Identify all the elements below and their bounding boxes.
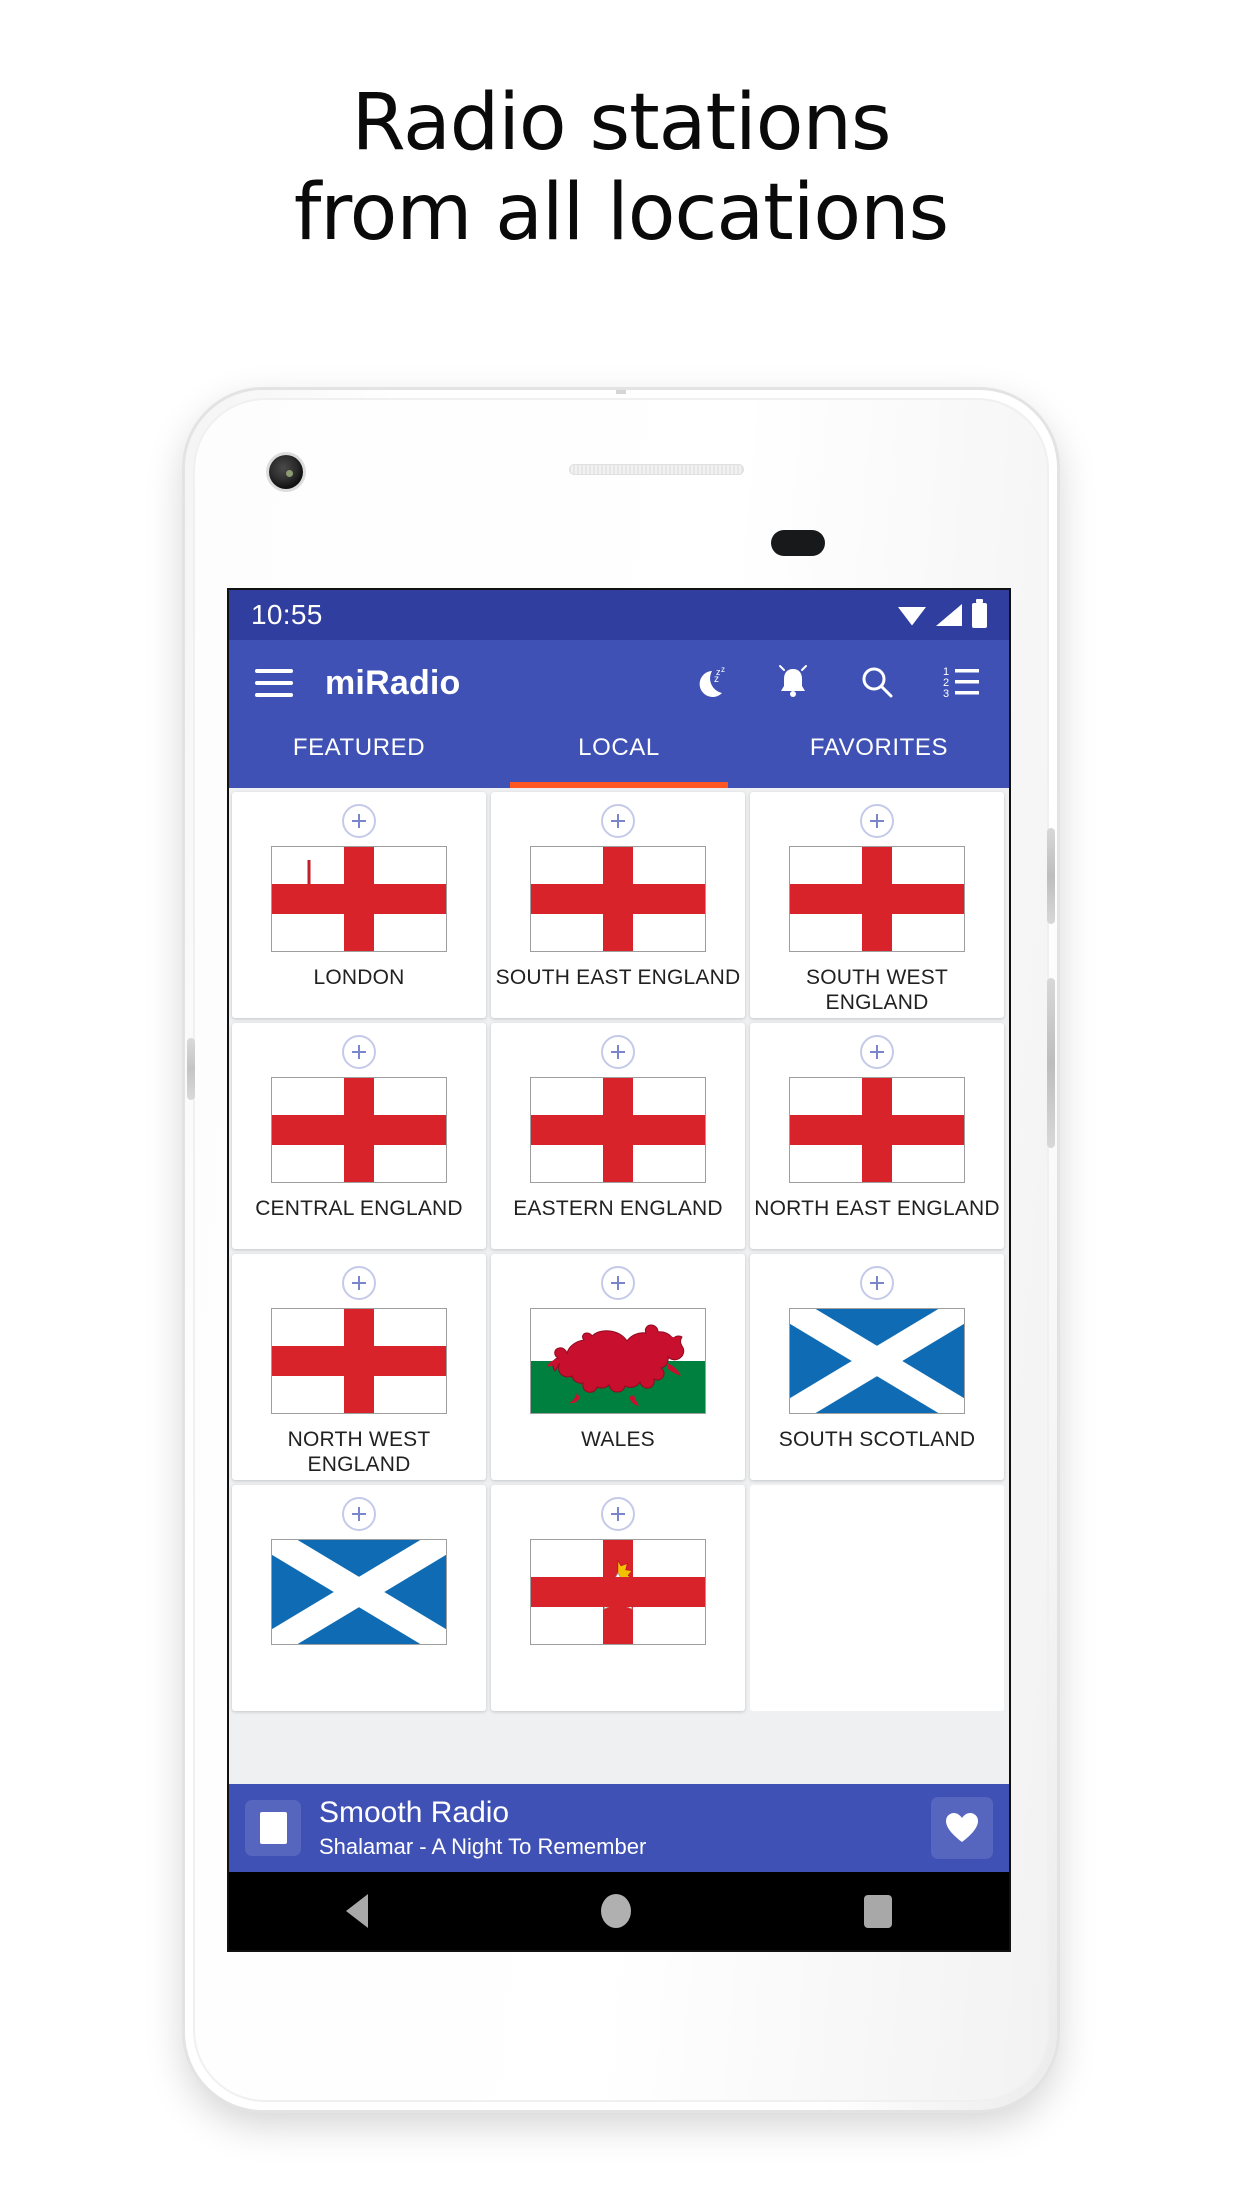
antenna-line	[616, 390, 626, 394]
ulster-banner-emblem-icon	[596, 1559, 640, 1610]
stop-button-icon[interactable]	[245, 1800, 301, 1856]
phone-body: 10:55 miRadio z z z 1 2 3 FEATURED LOCAL…	[187, 398, 1055, 2102]
search-icon[interactable]	[855, 661, 899, 705]
recents-square-icon[interactable]	[864, 1894, 893, 1928]
status-bar-time: 10:55	[251, 599, 323, 630]
headline-line-2: from all locations	[293, 168, 949, 259]
now-playing-track: Shalamar - A Night To Remember	[319, 1833, 647, 1859]
wifi-icon	[898, 607, 926, 626]
plus-circle-icon[interactable]	[601, 1035, 635, 1069]
now-playing-bar[interactable]: Smooth Radio Shalamar - A Night To Remem…	[229, 1784, 1009, 1872]
android-navigation-bar	[229, 1872, 1009, 1950]
app-bar-actions: z z z 1 2 3	[687, 661, 983, 705]
headline-line-1: Radio stations	[351, 78, 891, 168]
power-button[interactable]	[1047, 828, 1055, 924]
flag-england	[530, 1077, 706, 1183]
svg-text:z: z	[721, 665, 725, 674]
plus-circle-icon[interactable]	[860, 804, 894, 838]
grid-cell-label: SOUTH EAST ENGLAND	[495, 966, 741, 989]
grid-cell-south-east-england[interactable]: SOUTH EAST ENGLAND	[491, 792, 745, 1018]
tab-featured[interactable]: FEATURED	[229, 726, 489, 788]
home-circle-icon[interactable]	[600, 1894, 631, 1928]
now-playing-text: Smooth Radio Shalamar - A Night To Remem…	[319, 1796, 646, 1860]
flag-london	[271, 846, 447, 952]
svg-text:z: z	[714, 674, 719, 685]
grid-cell-london[interactable]: LONDON	[232, 792, 486, 1018]
grid-cell-label: SOUTH WEST ENGLAND	[806, 966, 948, 1014]
now-playing-station: Smooth Radio	[319, 1795, 510, 1829]
cellular-signal-icon	[936, 604, 962, 626]
favorite-heart-button[interactable]	[931, 1797, 993, 1859]
grid-cell-label: WALES	[581, 1428, 655, 1451]
grid-cell-north-east-england[interactable]: NORTH EAST ENGLAND	[750, 1023, 1004, 1249]
flag-england	[789, 1077, 965, 1183]
tab-local[interactable]: LOCAL	[489, 726, 749, 788]
phone-screen: 10:55 miRadio z z z 1 2 3 FEATURED LOCAL…	[229, 590, 1009, 1950]
front-camera-icon	[269, 455, 303, 489]
back-triangle-icon[interactable]	[345, 1894, 368, 1928]
welsh-dragon-icon	[547, 1324, 685, 1406]
grid-cell-northern-ireland-partial[interactable]	[491, 1485, 745, 1711]
plus-circle-icon[interactable]	[342, 1266, 376, 1300]
status-bar: 10:55	[229, 590, 1009, 640]
app-title: miRadio	[325, 663, 461, 702]
hamburger-menu-icon[interactable]	[255, 669, 293, 697]
plus-circle-icon[interactable]	[860, 1266, 894, 1300]
grid-cell-wales[interactable]: WALES	[491, 1254, 745, 1480]
grid-cell-eastern-england[interactable]: EASTERN ENGLAND	[491, 1023, 745, 1249]
flag-england	[271, 1308, 447, 1414]
heart-icon	[946, 1813, 978, 1842]
grid-cell-south-west-england[interactable]: SOUTH WEST ENGLAND	[750, 792, 1004, 1018]
alarm-bell-icon[interactable]	[771, 661, 815, 705]
plus-circle-icon[interactable]	[601, 804, 635, 838]
svg-text:3: 3	[943, 688, 949, 700]
plus-circle-icon[interactable]	[342, 804, 376, 838]
grid-cell-label: SOUTH SCOTLAND	[778, 1428, 976, 1451]
flag-northern-ireland	[530, 1539, 706, 1645]
earpiece-speaker	[569, 464, 744, 475]
sleep-timer-icon[interactable]: z z z	[687, 661, 731, 705]
grid-cell-label: EASTERN ENGLAND	[513, 1197, 723, 1220]
flag-england	[271, 1077, 447, 1183]
grid-cell-label: CENTRAL ENGLAND	[255, 1197, 463, 1220]
flag-england	[789, 846, 965, 952]
tab-bar: FEATURED LOCAL FAVORITES	[229, 726, 1009, 788]
grid-cell-south-scotland[interactable]: SOUTH SCOTLAND	[750, 1254, 1004, 1480]
numbered-list-icon[interactable]: 1 2 3	[939, 661, 983, 705]
location-grid: LONDON SOUTH EAST ENGLAND SOUTH WEST ENG…	[229, 788, 1009, 1950]
grid-cell-scotland-partial[interactable]	[232, 1485, 486, 1711]
plus-circle-icon[interactable]	[601, 1497, 635, 1531]
grid-cell-label: NORTH EAST ENGLAND	[754, 1197, 1000, 1220]
page-headline: Radio stations from all locations	[0, 78, 1242, 259]
plus-circle-icon[interactable]	[342, 1497, 376, 1531]
phone-device-frame: 10:55 miRadio z z z 1 2 3 FEATURED LOCAL…	[185, 390, 1057, 2110]
flag-scotland	[789, 1308, 965, 1414]
grid-cell-empty	[750, 1485, 1004, 1711]
tab-favorites[interactable]: FAVORITES	[749, 726, 1009, 788]
grid-cell-north-west-england[interactable]: NORTH WEST ENGLAND	[232, 1254, 486, 1480]
flag-england	[530, 846, 706, 952]
flag-wales	[530, 1308, 706, 1414]
plus-circle-icon[interactable]	[342, 1035, 376, 1069]
plus-circle-icon[interactable]	[860, 1035, 894, 1069]
grid-cell-central-england[interactable]: CENTRAL ENGLAND	[232, 1023, 486, 1249]
flag-scotland	[271, 1539, 447, 1645]
proximity-sensor	[771, 530, 825, 556]
plus-circle-icon[interactable]	[601, 1266, 635, 1300]
status-bar-icons	[898, 598, 987, 628]
volume-button[interactable]	[1047, 978, 1055, 1148]
grid-cell-label: LONDON	[313, 966, 405, 989]
side-button-left[interactable]	[187, 1038, 195, 1100]
grid-cell-label: NORTH WEST ENGLAND	[287, 1428, 431, 1476]
battery-icon	[972, 598, 987, 628]
app-bar: miRadio z z z 1 2 3	[229, 640, 1009, 726]
